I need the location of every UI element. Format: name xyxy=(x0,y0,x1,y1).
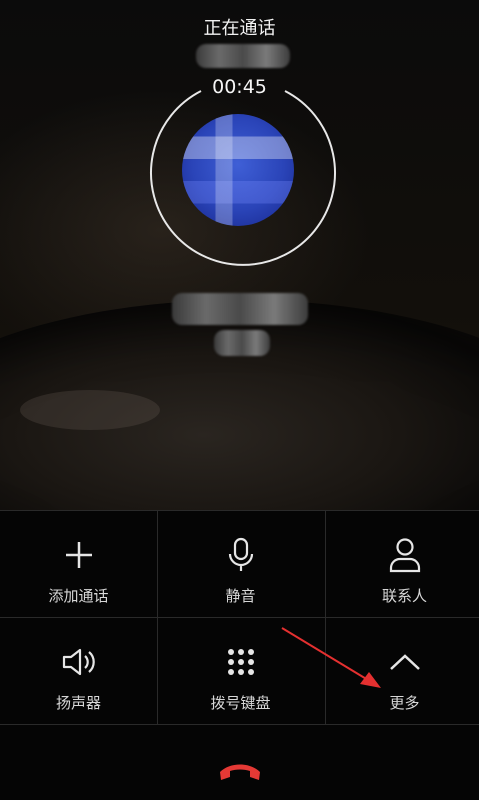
phone-hangup-icon xyxy=(219,764,260,780)
dialpad-icon xyxy=(221,642,261,682)
caller-avatar xyxy=(182,114,294,226)
caller-number-redacted xyxy=(214,330,270,356)
contacts-button[interactable]: 联系人 xyxy=(330,511,479,617)
dialpad-label: 拨号键盘 xyxy=(210,694,271,712)
caller-name-redacted xyxy=(172,293,308,325)
call-status: 正在通话 xyxy=(203,18,276,39)
speaker-button[interactable]: 扬声器 xyxy=(0,618,157,724)
contacts-label: 联系人 xyxy=(381,587,427,605)
person-icon xyxy=(385,535,425,575)
more-label: 更多 xyxy=(389,694,420,712)
call-actions-grid: 添加通话 静音 联系人 扬声器 拨号键盘 更多 xyxy=(0,510,479,725)
chevron-up-icon xyxy=(385,642,425,682)
mute-label: 静音 xyxy=(225,587,256,605)
end-call-bar xyxy=(0,724,479,800)
plus-icon xyxy=(59,535,99,575)
more-button[interactable]: 更多 xyxy=(330,618,479,724)
microphone-icon xyxy=(221,535,261,575)
speaker-label: 扬声器 xyxy=(55,694,101,712)
end-call-button[interactable] xyxy=(210,748,270,788)
add-call-button[interactable]: 添加通话 xyxy=(0,511,157,617)
speaker-icon xyxy=(59,642,99,682)
record-label-area xyxy=(20,390,160,430)
divider xyxy=(157,511,158,725)
add-call-label: 添加通话 xyxy=(48,587,109,605)
caller-location-redacted xyxy=(196,44,290,68)
mute-button[interactable]: 静音 xyxy=(162,511,319,617)
dialpad-button[interactable]: 拨号键盘 xyxy=(162,618,319,724)
divider xyxy=(325,511,326,725)
